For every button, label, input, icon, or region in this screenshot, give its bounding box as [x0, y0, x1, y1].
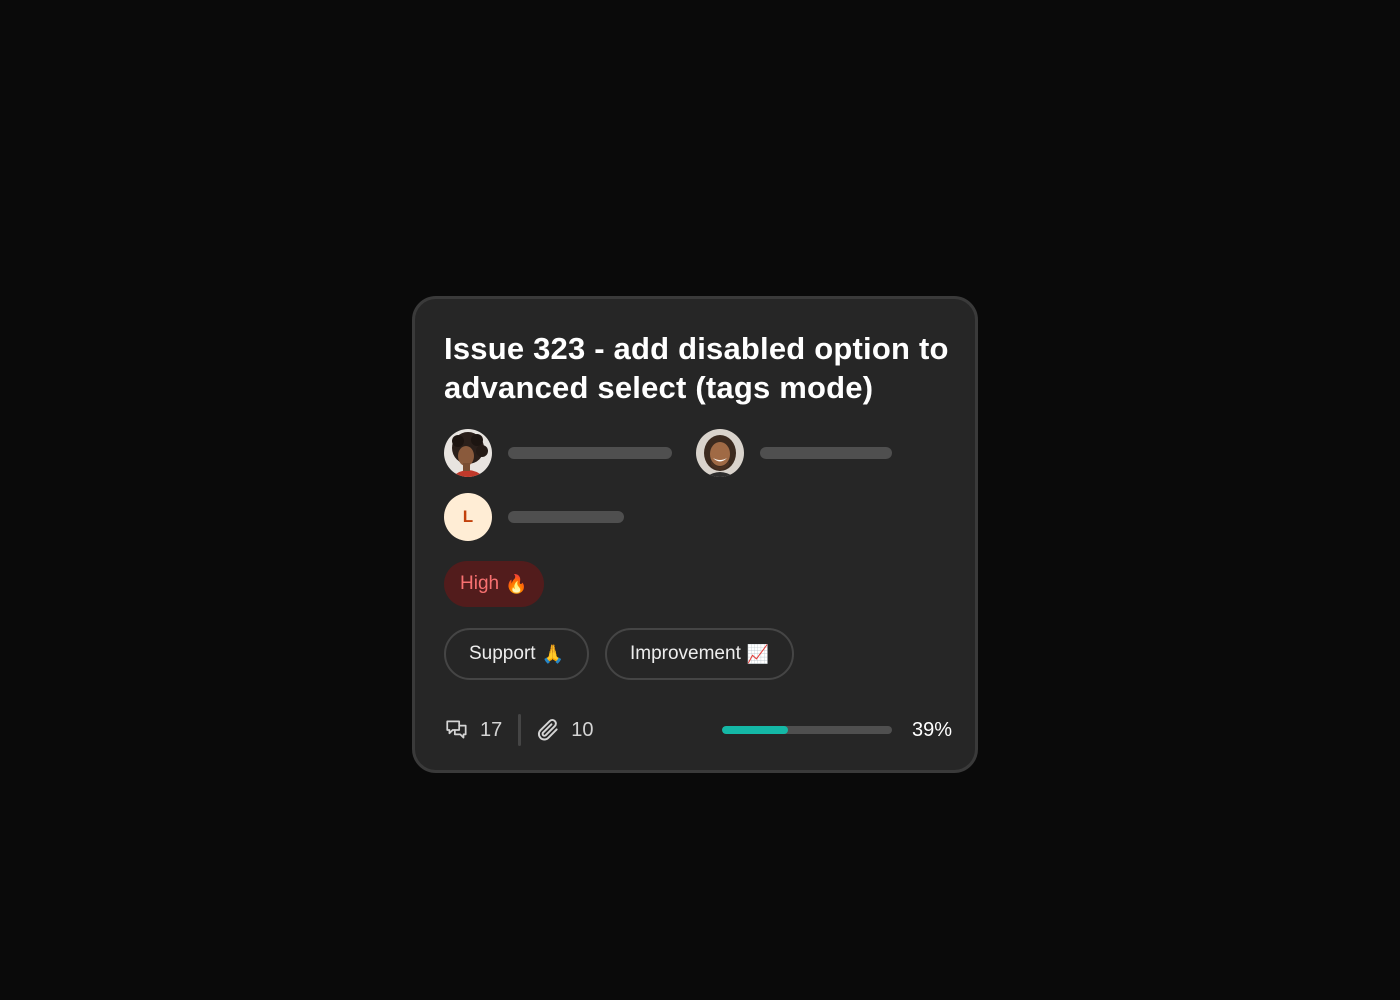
tag-support[interactable]: Support 🙏 [444, 628, 589, 680]
avatar [444, 429, 492, 477]
tag-label: Improvement [629, 643, 741, 664]
progress-bar [721, 726, 892, 734]
chart-increasing-icon: 📈 [746, 644, 770, 664]
attachments-count-value: 10 [571, 718, 594, 741]
progress-fill [721, 726, 789, 734]
progress-percent: 39% [911, 718, 952, 741]
card-footer: 17 10 39% [444, 713, 952, 747]
issue-title: Issue 323 - add disabled option to advan… [444, 331, 949, 405]
comments-count-value: 17 [480, 718, 503, 741]
tag-list: Support 🙏 Improvement 📈 [444, 628, 795, 680]
paperclip-icon [535, 717, 561, 743]
assignee-name-placeholder [508, 447, 672, 459]
priority-label: High [460, 573, 500, 594]
comments-count[interactable]: 17 [444, 717, 502, 743]
priority-badge[interactable]: High 🔥 [444, 561, 544, 607]
praying-hands-icon: 🙏 [541, 644, 564, 664]
comments-icon [444, 717, 470, 743]
fire-icon: 🔥 [505, 574, 528, 594]
avatar: L [444, 493, 492, 541]
issue-card[interactable]: Issue 323 - add disabled option to advan… [412, 296, 978, 773]
assignee-name-placeholder [508, 511, 624, 523]
assignee-1[interactable] [444, 429, 672, 477]
assignee-3[interactable]: L [444, 493, 624, 541]
divider [518, 714, 522, 746]
avatar [696, 429, 744, 477]
assignee-name-placeholder [760, 447, 892, 459]
tag-improvement[interactable]: Improvement 📈 [604, 628, 795, 680]
tag-label: Support [469, 643, 536, 664]
assignee-2[interactable] [696, 429, 892, 477]
attachments-count[interactable]: 10 [535, 717, 594, 743]
